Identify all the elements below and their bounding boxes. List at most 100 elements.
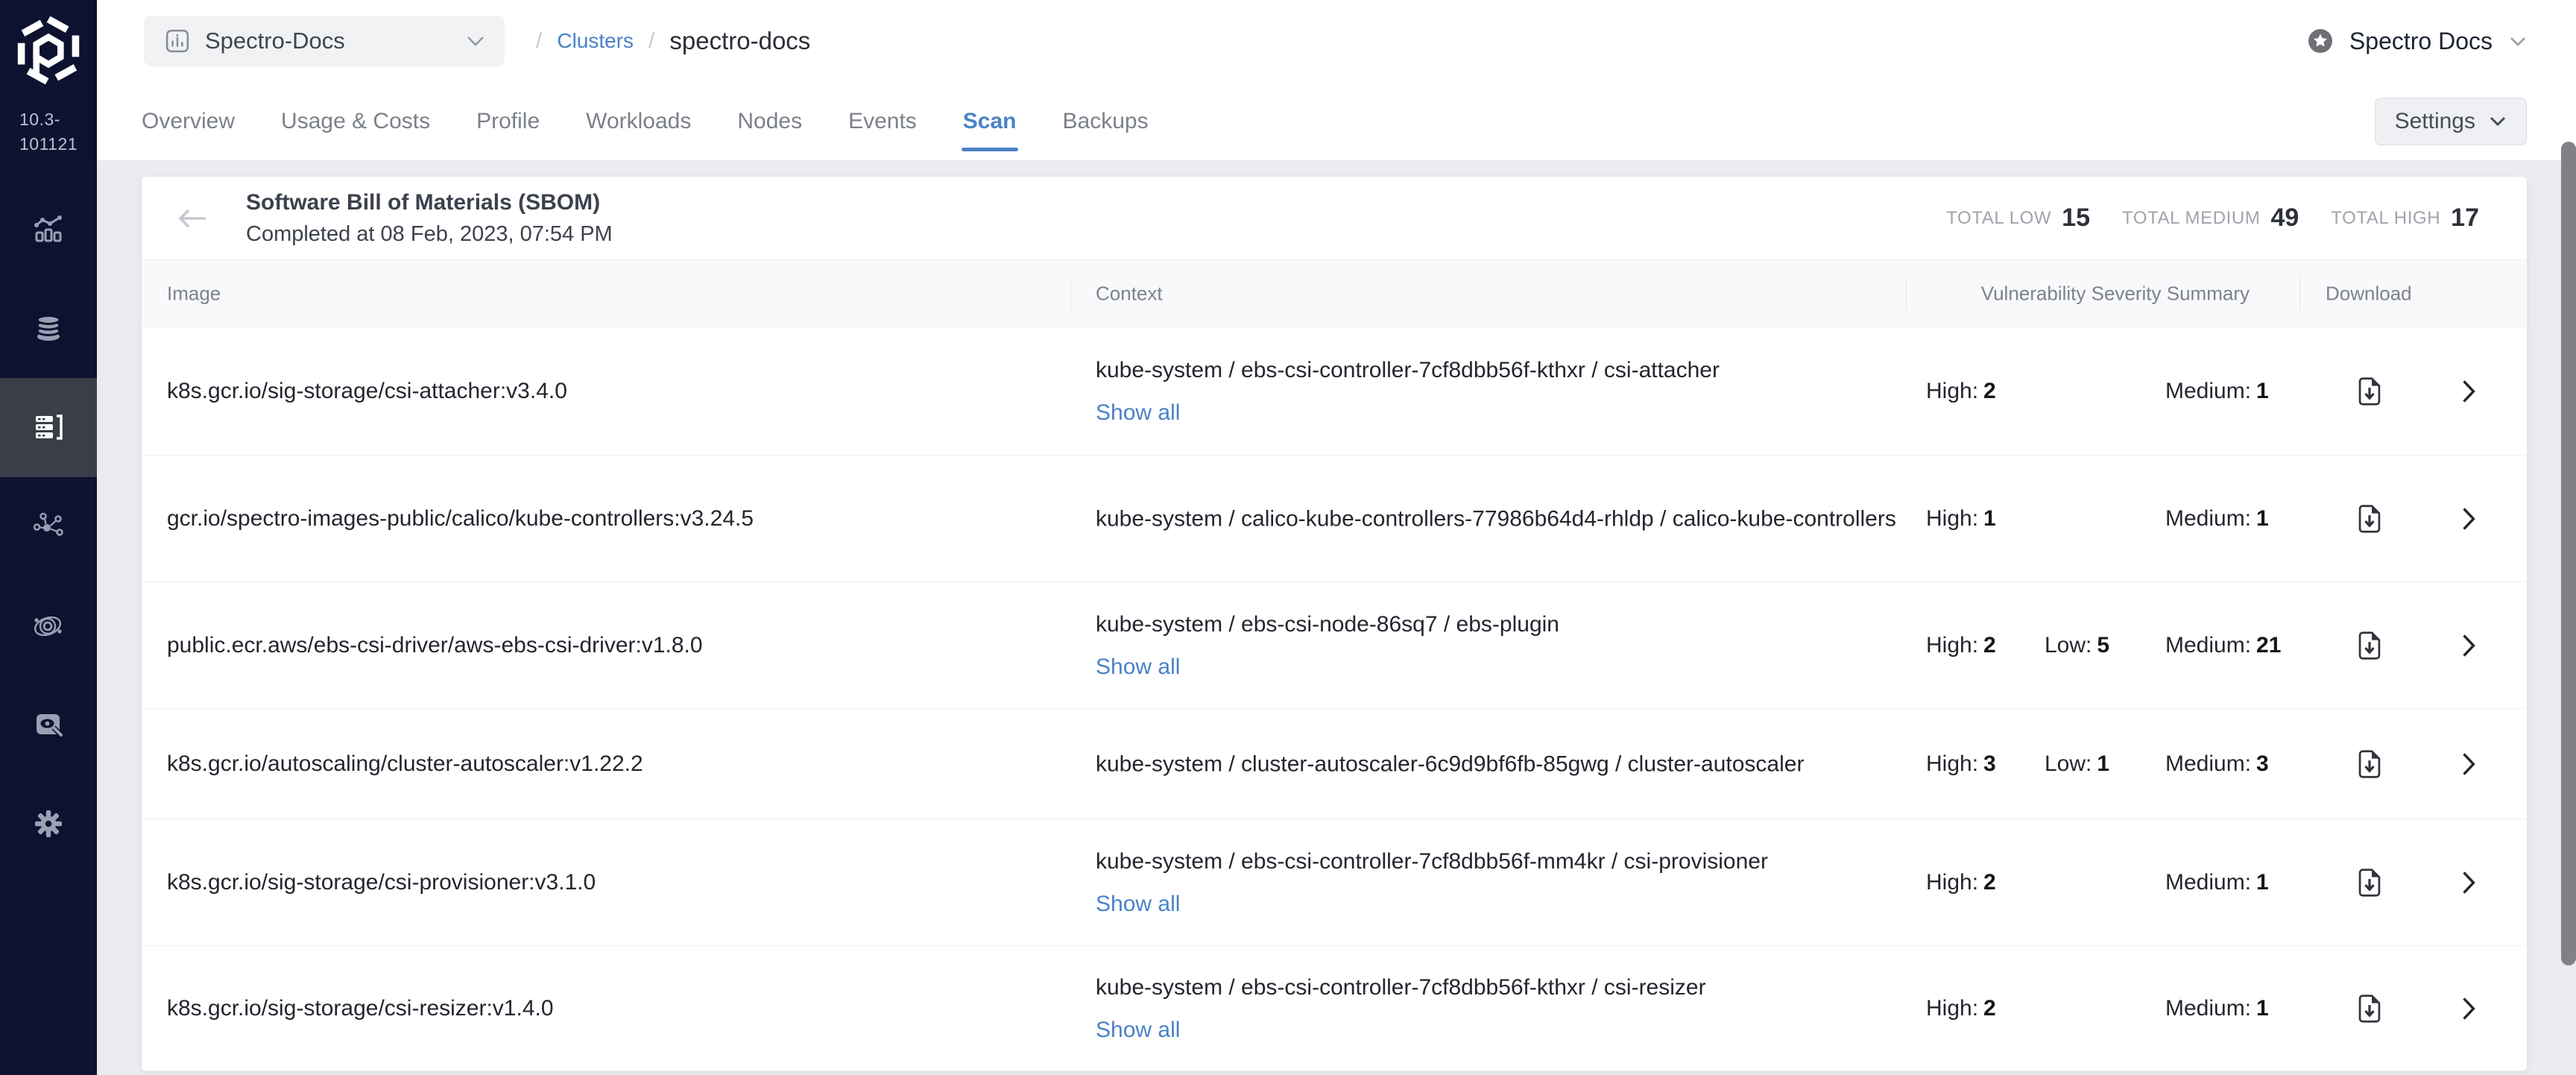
severity-medium: Medium:1 bbox=[2165, 379, 2269, 404]
breadcrumb: / Clusters / spectro-docs bbox=[536, 27, 810, 55]
image-name: public.ecr.aws/ebs-csi-driver/aws-ebs-cs… bbox=[167, 633, 1061, 658]
tab-scan[interactable]: Scan bbox=[963, 82, 1017, 160]
table-row[interactable]: k8s.gcr.io/autoscaling/cluster-autoscale… bbox=[142, 709, 2527, 819]
breadcrumb-separator: / bbox=[536, 28, 542, 54]
download-file-icon bbox=[2358, 504, 2381, 534]
settings-button-label: Settings bbox=[2395, 109, 2475, 134]
show-all-link[interactable]: Show all bbox=[1096, 396, 1180, 429]
severity-medium: Medium:1 bbox=[2165, 506, 2269, 532]
download-button[interactable] bbox=[2352, 749, 2387, 779]
app-window: 10.3-101121 bbox=[0, 0, 2576, 1075]
download-button[interactable] bbox=[2352, 994, 2387, 1024]
scrollbar-thumb[interactable] bbox=[2561, 142, 2576, 965]
severity-high: High:2 bbox=[1926, 996, 1996, 1021]
context-cell: kube-system / ebs-csi-controller-7cf8dbb… bbox=[1096, 353, 1912, 429]
sbom-title: Software Bill of Materials (SBOM) bbox=[246, 186, 613, 219]
download-file-icon bbox=[2358, 868, 2381, 898]
sidebar-item-workspaces[interactable] bbox=[0, 477, 97, 576]
chevron-right-icon bbox=[2461, 751, 2476, 778]
tab-events[interactable]: Events bbox=[848, 82, 917, 160]
page-header: Spectro-Docs / Clusters / spectro-docs bbox=[97, 0, 2576, 160]
download-button[interactable] bbox=[2352, 376, 2387, 406]
row-expand-button[interactable] bbox=[2461, 632, 2476, 659]
user-menu-label: Spectro Docs bbox=[2349, 28, 2493, 55]
avatar bbox=[2308, 28, 2333, 54]
content-area: Software Bill of Materials (SBOM) Comple… bbox=[97, 160, 2576, 1075]
show-all-link[interactable]: Show all bbox=[1096, 1013, 1180, 1047]
table-row[interactable]: k8s.gcr.io/sig-storage/csi-attacher:v3.4… bbox=[142, 327, 2527, 455]
download-button[interactable] bbox=[2352, 868, 2387, 898]
context-cell: kube-system / ebs-csi-node-86sq7 / ebs-p… bbox=[1096, 608, 1912, 684]
download-file-icon bbox=[2358, 749, 2381, 779]
total-high: TOTAL HIGH 17 bbox=[2331, 204, 2479, 233]
row-expand-button[interactable] bbox=[2461, 995, 2476, 1022]
download-button[interactable] bbox=[2352, 504, 2387, 534]
chevron-down-icon bbox=[2489, 116, 2507, 127]
row-expand-button[interactable] bbox=[2461, 378, 2476, 405]
context-cell: kube-system / calico-kube-controllers-77… bbox=[1096, 502, 1912, 535]
sidebar-item-overview[interactable] bbox=[0, 180, 97, 279]
chevron-down-icon bbox=[2509, 36, 2527, 47]
breadcrumb-separator: / bbox=[648, 28, 654, 54]
column-divider bbox=[2299, 277, 2300, 310]
tab-profile[interactable]: Profile bbox=[476, 82, 540, 160]
row-expand-button[interactable] bbox=[2461, 505, 2476, 532]
image-name: k8s.gcr.io/autoscaling/cluster-autoscale… bbox=[167, 751, 1061, 777]
table-row[interactable]: public.ecr.aws/ebs-csi-driver/aws-ebs-cs… bbox=[142, 582, 2527, 709]
sidebar-item-profiles[interactable] bbox=[0, 279, 97, 378]
column-header-context: Context bbox=[1096, 282, 1163, 305]
severity-high: High:2 bbox=[1926, 870, 1996, 895]
tab-backups[interactable]: Backups bbox=[1063, 82, 1149, 160]
arrow-left-icon bbox=[174, 207, 209, 230]
table-row[interactable]: k8s.gcr.io/sig-storage/csi-resizer:v1.4.… bbox=[142, 946, 2527, 1071]
tabbar: Overview Usage & Costs Profile Workloads… bbox=[97, 82, 2576, 160]
context-text: kube-system / cluster-autoscaler-6c9d9bf… bbox=[1096, 747, 1912, 781]
sbom-panel: Software Bill of Materials (SBOM) Comple… bbox=[142, 177, 2527, 1071]
topbar: Spectro-Docs / Clusters / spectro-docs bbox=[97, 0, 2576, 82]
context-cell: kube-system / ebs-csi-controller-7cf8dbb… bbox=[1096, 845, 1912, 921]
clusters-list-icon bbox=[32, 411, 65, 444]
tab-workloads[interactable]: Workloads bbox=[586, 82, 691, 160]
severity-medium: Medium:3 bbox=[2165, 751, 2269, 777]
context-text: kube-system / ebs-csi-controller-7cf8dbb… bbox=[1096, 353, 1912, 387]
severity-high: High:2 bbox=[1926, 633, 1996, 658]
table-body: k8s.gcr.io/sig-storage/csi-attacher:v3.4… bbox=[142, 327, 2527, 1071]
back-button[interactable] bbox=[174, 207, 209, 230]
download-button[interactable] bbox=[2352, 631, 2387, 661]
chart-square-icon bbox=[165, 28, 190, 54]
breadcrumb-link-clusters[interactable]: Clusters bbox=[557, 29, 634, 53]
image-name: gcr.io/spectro-images-public/calico/kube… bbox=[167, 506, 1061, 532]
settings-button[interactable]: Settings bbox=[2375, 98, 2527, 145]
sidebar-item-settings[interactable] bbox=[0, 775, 97, 874]
orbit-icon bbox=[32, 609, 65, 642]
table-header: Image Context Vulnerability Severity Sum… bbox=[142, 260, 2527, 327]
tab-overview[interactable]: Overview bbox=[142, 82, 235, 160]
row-expand-button[interactable] bbox=[2461, 869, 2476, 896]
image-name: k8s.gcr.io/sig-storage/csi-attacher:v3.4… bbox=[167, 379, 1061, 404]
row-expand-button[interactable] bbox=[2461, 751, 2476, 778]
sidebar-item-cluster-groups[interactable] bbox=[0, 576, 97, 675]
sidebar-item-clusters[interactable] bbox=[0, 378, 97, 477]
table-row[interactable]: k8s.gcr.io/sig-storage/csi-provisioner:v… bbox=[142, 819, 2527, 946]
tab-nodes[interactable]: Nodes bbox=[737, 82, 802, 160]
sidebar-nav bbox=[0, 180, 97, 874]
table-row[interactable]: gcr.io/spectro-images-public/calico/kube… bbox=[142, 455, 2527, 582]
overview-chart-icon bbox=[32, 212, 65, 245]
show-all-link[interactable]: Show all bbox=[1096, 887, 1180, 921]
tab-usage-costs[interactable]: Usage & Costs bbox=[281, 82, 430, 160]
severity-medium: Medium:1 bbox=[2165, 996, 2269, 1021]
show-all-link[interactable]: Show all bbox=[1096, 650, 1180, 684]
total-low: TOTAL LOW 15 bbox=[1946, 204, 2090, 233]
download-file-icon bbox=[2358, 631, 2381, 661]
severity-high: High:1 bbox=[1926, 506, 1996, 532]
project-selector[interactable]: Spectro-Docs bbox=[144, 16, 505, 66]
chevron-down-icon bbox=[466, 35, 485, 47]
severity-medium: Medium:1 bbox=[2165, 870, 2269, 895]
column-header-image: Image bbox=[167, 282, 221, 305]
image-name: k8s.gcr.io/sig-storage/csi-resizer:v1.4.… bbox=[167, 996, 1061, 1021]
user-menu[interactable]: Spectro Docs bbox=[2308, 28, 2527, 55]
breadcrumb-current: spectro-docs bbox=[669, 27, 810, 55]
chevron-right-icon bbox=[2461, 505, 2476, 532]
sidebar-item-audit[interactable] bbox=[0, 675, 97, 775]
network-graph-icon bbox=[32, 510, 65, 543]
